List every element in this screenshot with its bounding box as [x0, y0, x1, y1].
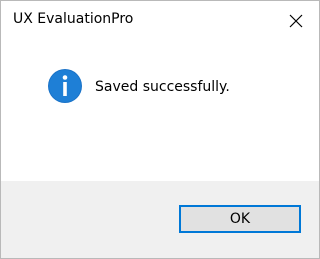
close-icon — [289, 14, 303, 28]
ok-button[interactable]: OK — [179, 205, 301, 233]
title-bar: UX EvaluationPro — [1, 1, 319, 41]
window-title: UX EvaluationPro — [13, 11, 134, 27]
dialog-content — [1, 41, 319, 181]
dialog-footer: OK — [1, 181, 319, 258]
message-dialog: UX EvaluationPro Saved successfully. OK — [0, 0, 320, 259]
info-icon — [48, 69, 82, 103]
message-text: Saved successfully. — [95, 79, 230, 95]
close-button[interactable] — [273, 1, 319, 41]
